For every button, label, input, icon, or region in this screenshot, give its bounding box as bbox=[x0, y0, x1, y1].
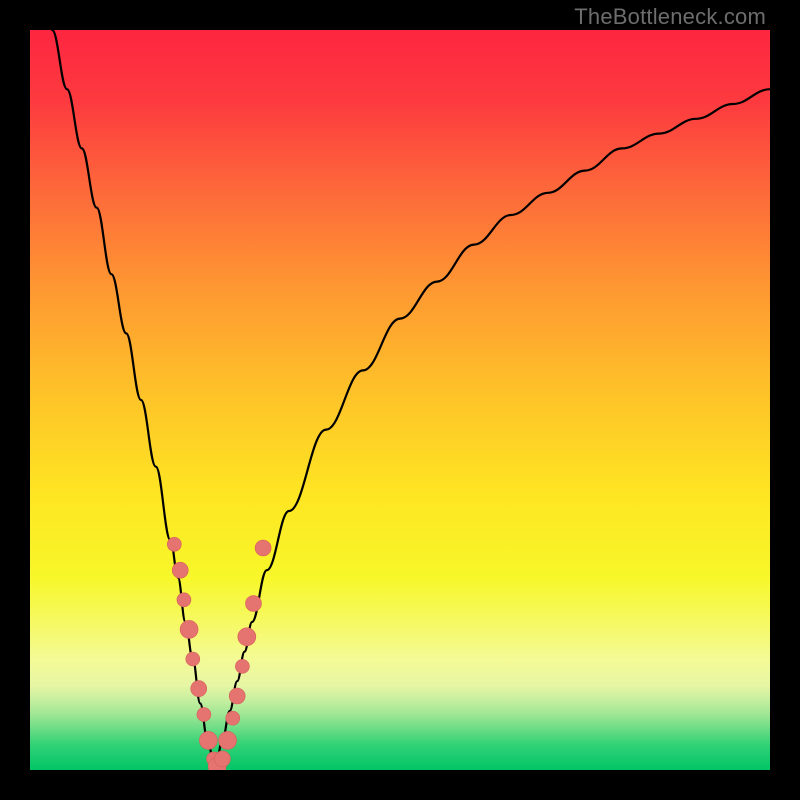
marker-point bbox=[177, 593, 191, 607]
marker-point bbox=[238, 628, 256, 646]
marker-point bbox=[197, 708, 211, 722]
marker-point bbox=[180, 620, 198, 638]
marker-point bbox=[199, 731, 217, 749]
watermark-text: TheBottleneck.com bbox=[574, 4, 766, 30]
plot-area bbox=[30, 30, 770, 770]
chart-frame: TheBottleneck.com bbox=[0, 0, 800, 800]
curve-layer bbox=[30, 30, 770, 770]
marker-point bbox=[245, 596, 261, 612]
bottleneck-curve bbox=[52, 30, 770, 770]
highlight-markers bbox=[167, 537, 271, 770]
marker-point bbox=[255, 540, 271, 556]
marker-point bbox=[229, 688, 245, 704]
marker-point bbox=[186, 652, 200, 666]
marker-point bbox=[235, 659, 249, 673]
marker-point bbox=[219, 731, 237, 749]
marker-point bbox=[226, 711, 240, 725]
marker-point bbox=[214, 751, 230, 767]
marker-point bbox=[191, 681, 207, 697]
marker-point bbox=[172, 562, 188, 578]
marker-point bbox=[167, 537, 181, 551]
